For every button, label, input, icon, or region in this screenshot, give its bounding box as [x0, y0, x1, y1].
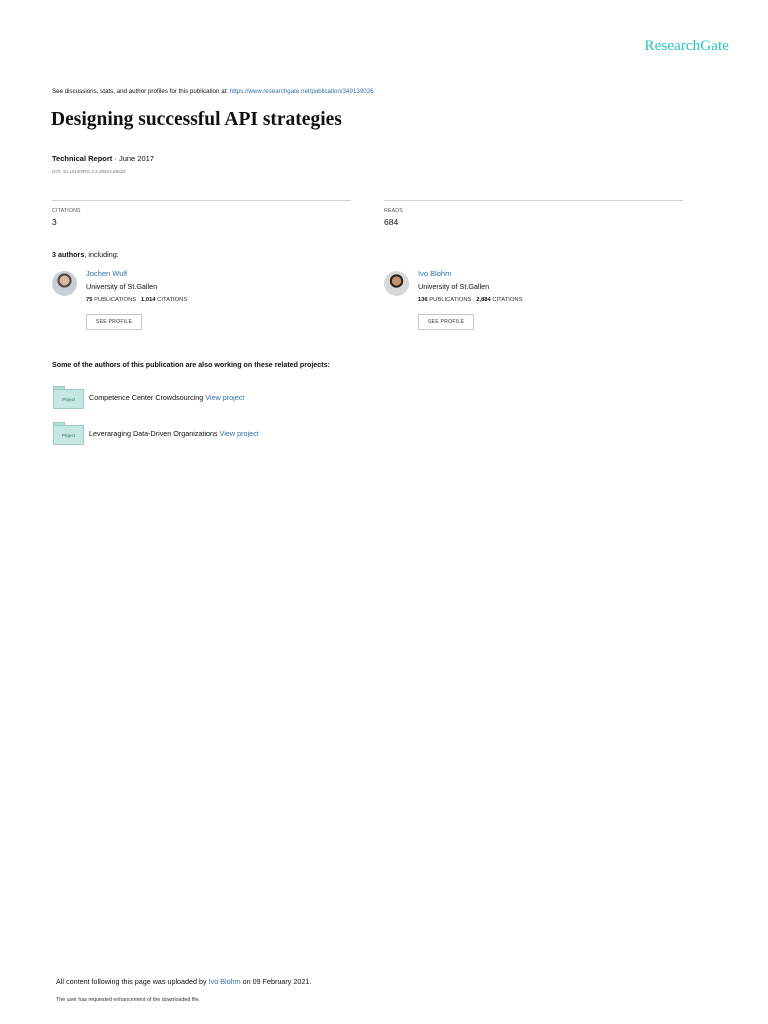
- project-icon-label: Project: [53, 389, 84, 409]
- see-profile-button[interactable]: SEE PROFILE: [86, 314, 142, 330]
- author-avatar[interactable]: [384, 271, 409, 296]
- see-profile-button[interactable]: SEE PROFILE: [418, 314, 474, 330]
- publication-title: Designing successful API strategies: [51, 109, 342, 130]
- uploader-link[interactable]: Ivo Blohm: [209, 977, 241, 986]
- publication-meta: Technical Report · June 2017: [52, 154, 154, 163]
- author-citations-count: 2,884: [476, 297, 491, 303]
- see-discussions-text: See discussions, stats, and author profi…: [52, 88, 229, 95]
- citations-value: 3: [52, 217, 57, 227]
- reads-label: READS: [384, 208, 403, 214]
- publication-doi: DOI: 10.13140/RG.2.2.20624.88322: [52, 169, 126, 174]
- author-publications-count: 75: [86, 297, 93, 303]
- project-text: Leveraraging Data-Driven Organizations V…: [89, 429, 259, 438]
- publication-url-link[interactable]: https://www.researchgate.net/publication…: [230, 88, 374, 95]
- author-citations-label: CITATIONS: [157, 297, 188, 303]
- project-folder-icon: Project: [53, 386, 84, 409]
- authors-count-rest: , including:: [84, 250, 119, 259]
- project-folder-icon: Project: [53, 422, 84, 445]
- citations-stat: CITATIONS 3: [52, 200, 351, 227]
- see-discussions-line: See discussions, stats, and author profi…: [52, 88, 374, 95]
- author-publications-label: PUBLICATIONS: [429, 297, 472, 303]
- author-citations-count: 1,014: [141, 297, 156, 303]
- authors-count: 3 authors, including:: [52, 250, 119, 259]
- author-affiliation: University of St.Gallen: [418, 282, 490, 291]
- upload-prefix: All content following this page was uplo…: [56, 977, 207, 986]
- publication-date: June 2017: [118, 154, 155, 163]
- project-text: Competence Center Crowdsourcing View pro…: [89, 393, 244, 402]
- reads-stat: READS 684: [384, 200, 683, 227]
- citations-label: CITATIONS: [52, 208, 81, 214]
- author-card: Jochen Wulf University of St.Gallen 75 P…: [52, 269, 302, 339]
- author-avatar[interactable]: [52, 271, 77, 296]
- author-publications-count: 136: [418, 297, 428, 303]
- author-name-link[interactable]: Ivo Blohm: [418, 269, 451, 278]
- researchgate-logo[interactable]: ResearchGate: [645, 38, 729, 55]
- upload-notice: All content following this page was uplo…: [56, 977, 311, 986]
- publication-type: Technical Report: [52, 154, 113, 163]
- author-counts: 75 PUBLICATIONS 1,014 CITATIONS: [86, 297, 187, 303]
- enhancement-notice: The user has requested enhancement of th…: [56, 997, 200, 1003]
- related-project-item: Project Leveraraging Data-Driven Organiz…: [52, 422, 452, 448]
- author-counts: 136 PUBLICATIONS 2,884 CITATIONS: [418, 297, 522, 303]
- date-separator: ·: [112, 154, 119, 163]
- related-projects-heading: Some of the authors of this publication …: [52, 361, 330, 369]
- project-name: Leveraraging Data-Driven Organizations: [89, 429, 218, 438]
- reads-value: 684: [384, 217, 399, 227]
- project-name: Competence Center Crowdsourcing: [89, 393, 204, 402]
- upload-suffix: on 09 February 2021.: [242, 977, 312, 986]
- author-name-link[interactable]: Jochen Wulf: [86, 269, 127, 278]
- author-citations-label: CITATIONS: [492, 297, 523, 303]
- author-affiliation: University of St.Gallen: [86, 282, 158, 291]
- authors-count-bold: 3 authors: [52, 250, 85, 259]
- view-project-link[interactable]: View project: [205, 393, 244, 402]
- view-project-link[interactable]: View project: [220, 429, 259, 438]
- related-project-item: Project Competence Center Crowdsourcing …: [52, 386, 452, 412]
- author-card: Ivo Blohm University of St.Gallen 136 PU…: [384, 269, 634, 339]
- author-publications-label: PUBLICATIONS: [94, 297, 137, 303]
- project-icon-label: Project: [53, 425, 84, 445]
